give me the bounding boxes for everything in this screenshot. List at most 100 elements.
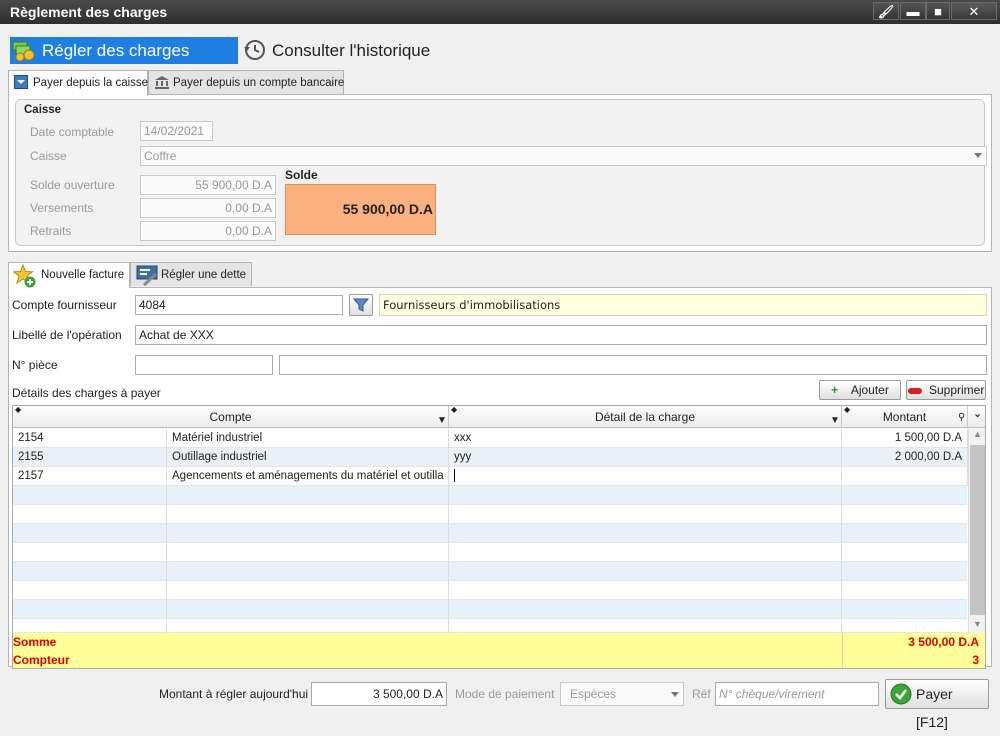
tab-nouvelle-facture[interactable]: Nouvelle facture bbox=[8, 262, 130, 288]
ref-input[interactable]: N° chèque/virement bbox=[715, 682, 879, 706]
montant-input[interactable]: 3 500,00 D.A bbox=[311, 682, 447, 706]
cell-empty bbox=[449, 505, 842, 524]
maximize-button[interactable]: ■ bbox=[926, 2, 950, 20]
cash-drawer-icon bbox=[14, 75, 28, 89]
empty-row bbox=[13, 486, 967, 505]
bank-icon bbox=[155, 76, 169, 89]
sort-icon[interactable]: ◆ bbox=[451, 406, 457, 414]
payment-source-tabs: Payer depuis la caisse Payer depuis un c… bbox=[8, 70, 998, 96]
column-header-montant[interactable]: Montant bbox=[842, 406, 968, 428]
cell-empty bbox=[449, 543, 842, 562]
compte-fournisseur-name: Fournisseurs d'immobilisations bbox=[379, 294, 987, 316]
table-row[interactable]: 2154 Matériel industriel xxx 1 500,00 D.… bbox=[13, 429, 968, 448]
top-nav: Régler des charges Consulter l'historiqu… bbox=[8, 36, 998, 64]
tab-payer-caisse-label: Payer depuis la caisse bbox=[33, 77, 149, 89]
empty-row bbox=[13, 619, 967, 633]
check-circle-icon bbox=[890, 683, 912, 705]
libelle-label: Libellé de l'opération bbox=[12, 328, 122, 342]
caisse-select[interactable]: Coffre bbox=[140, 146, 987, 166]
compteur-label: Compteur bbox=[13, 653, 70, 667]
column-header-compte[interactable]: Compte bbox=[13, 406, 449, 428]
column-header-compte-label: Compte bbox=[209, 410, 252, 424]
piece-extra-input[interactable] bbox=[279, 355, 987, 375]
cell-code[interactable]: 2157 bbox=[13, 467, 167, 486]
cell-detail[interactable]: yyy bbox=[449, 448, 842, 467]
minimize-button[interactable]: ▬ bbox=[900, 2, 926, 20]
cell-code[interactable]: 2155 bbox=[13, 448, 167, 467]
sort-icon[interactable]: ◆ bbox=[15, 406, 21, 414]
cell-detail[interactable] bbox=[449, 467, 842, 486]
scroll-down-icon[interactable]: ▼ bbox=[969, 619, 985, 633]
cell-empty bbox=[167, 600, 449, 619]
tab-nouvelle-facture-label: Nouvelle facture bbox=[41, 269, 125, 281]
libelle-input[interactable]: Achat de XXX bbox=[135, 325, 987, 345]
cell-code[interactable]: 2154 bbox=[13, 429, 167, 448]
history-icon bbox=[244, 40, 265, 60]
grid-scrollbar[interactable]: ▲ ▼ bbox=[968, 429, 985, 633]
compte-fournisseur-input[interactable]: 4084 bbox=[135, 295, 343, 315]
search-icon[interactable]: ⚲ bbox=[958, 412, 965, 423]
filter-button[interactable] bbox=[349, 294, 373, 316]
cell-compte[interactable]: Agencements et aménagements du matériel … bbox=[167, 467, 449, 486]
chevron-down-icon bbox=[671, 692, 679, 697]
cell-empty bbox=[167, 524, 449, 543]
mode-paiement-select[interactable]: Espèces bbox=[560, 682, 684, 706]
grid-footer: Somme 3 500,00 D.A Compteur 3 bbox=[13, 633, 985, 668]
table-row[interactable]: 2155 Outillage industriel yyy 2 000,00 D… bbox=[13, 448, 968, 467]
sort-icon[interactable]: ◆ bbox=[844, 406, 850, 414]
scroll-up-icon[interactable]: ▲ bbox=[969, 429, 985, 443]
empty-row bbox=[13, 600, 967, 619]
somme-label: Somme bbox=[13, 635, 57, 649]
cell-empty bbox=[13, 600, 167, 619]
cell-compte[interactable]: Matériel industriel bbox=[167, 429, 449, 448]
piece-label: N° pièce bbox=[12, 358, 58, 372]
debt-icon bbox=[136, 265, 158, 286]
table-row[interactable]: 2157 Agencements et aménagements du maté… bbox=[13, 467, 968, 486]
cell-empty bbox=[13, 619, 167, 633]
tab-regler-dette[interactable]: Régler une dette bbox=[130, 262, 252, 286]
cell-empty bbox=[449, 562, 842, 581]
cell-empty bbox=[167, 486, 449, 505]
retraits-field[interactable]: 0,00 D.A bbox=[140, 221, 276, 241]
tab-payer-compte-bancaire-label: Payer depuis un compte bancaire bbox=[173, 77, 345, 89]
filter-column-icon[interactable]: ▼ bbox=[437, 415, 447, 426]
cell-empty bbox=[167, 619, 449, 633]
cell-compte[interactable]: Outillage industriel bbox=[167, 448, 449, 467]
tab-payer-compte-bancaire[interactable]: Payer depuis un compte bancaire bbox=[148, 70, 344, 94]
caisse-select-value: Coffre bbox=[144, 149, 177, 163]
cell-empty bbox=[167, 581, 449, 600]
caisse-group: Caisse Date comptable 14/02/2021 Caisse … bbox=[15, 99, 987, 246]
caisse-panel: Caisse Date comptable 14/02/2021 Caisse … bbox=[8, 94, 992, 252]
piece-input[interactable] bbox=[135, 355, 273, 375]
versements-field[interactable]: 0,00 D.A bbox=[140, 198, 276, 218]
tab-payer-caisse[interactable]: Payer depuis la caisse bbox=[8, 70, 148, 96]
cell-empty bbox=[449, 619, 842, 633]
date-comptable-field[interactable]: 14/02/2021 bbox=[140, 121, 213, 141]
brush-icon[interactable]: 🖌 bbox=[873, 2, 899, 20]
chevron-double-down-icon[interactable]: ⌄ bbox=[973, 407, 982, 420]
filter-column-icon[interactable]: ▼ bbox=[830, 415, 840, 426]
tab-consulter-historique-label: Consulter l'historique bbox=[272, 41, 431, 60]
cell-empty bbox=[13, 562, 167, 581]
cell-detail[interactable]: xxx bbox=[449, 429, 842, 448]
text-cursor bbox=[454, 469, 455, 483]
cell-empty bbox=[449, 524, 842, 543]
tab-regler-charges[interactable]: Régler des charges bbox=[10, 37, 238, 64]
empty-row bbox=[13, 543, 967, 562]
pay-button[interactable]: Payer [F12] bbox=[885, 679, 989, 730]
empty-row bbox=[13, 505, 967, 524]
cell-montant[interactable] bbox=[842, 467, 968, 486]
column-header-detail[interactable]: Détail de la charge bbox=[449, 406, 842, 428]
solde-label: Solde bbox=[285, 168, 318, 182]
add-row-button[interactable]: + Ajouter bbox=[819, 380, 901, 400]
cell-empty bbox=[13, 581, 167, 600]
payment-bar: Montant à régler aujourd'hui 3 500,00 D.… bbox=[0, 672, 1000, 730]
delete-row-button[interactable]: Supprimer bbox=[906, 380, 986, 400]
delete-row-button-label: Supprimer bbox=[928, 383, 985, 397]
close-button[interactable]: ✕ bbox=[951, 2, 997, 20]
scrollbar-thumb[interactable] bbox=[970, 445, 985, 615]
cell-montant[interactable]: 1 500,00 D.A bbox=[842, 429, 968, 448]
cell-montant[interactable]: 2 000,00 D.A bbox=[842, 448, 968, 467]
cell-empty bbox=[13, 505, 167, 524]
solde-ouverture-field[interactable]: 55 900,00 D.A bbox=[140, 175, 276, 195]
